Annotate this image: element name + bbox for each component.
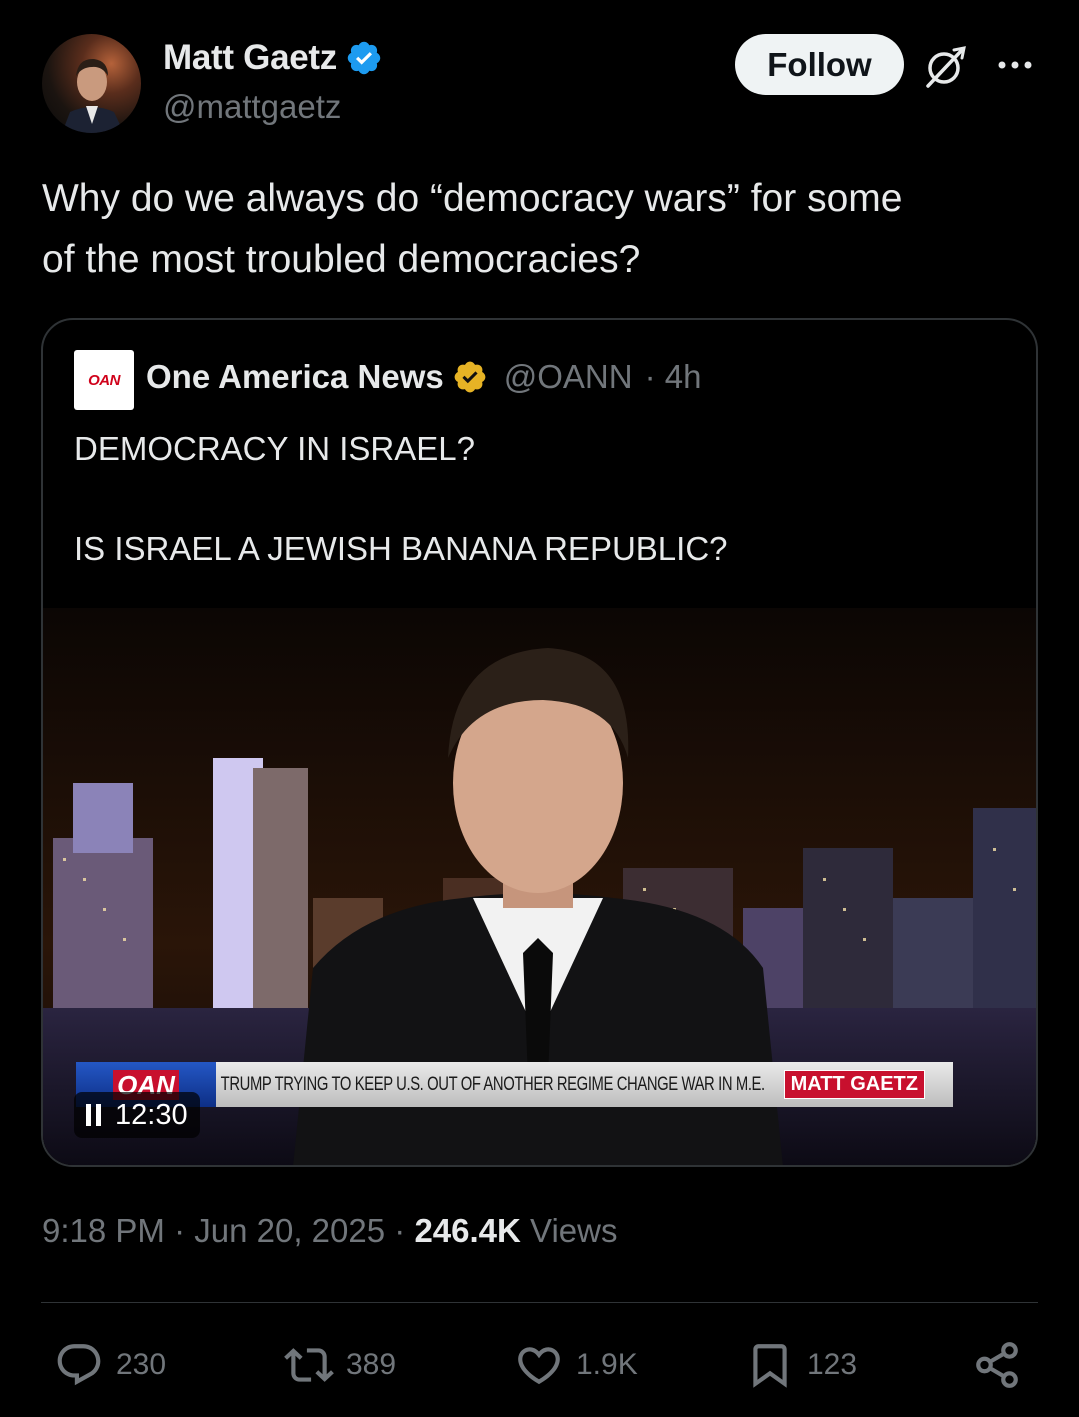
news-ticker: OAN TRUMP TRYING TO KEEP U.S. OUT OF ANO… (76, 1062, 953, 1107)
quote-avatar-logo-text: OAN (88, 371, 120, 389)
ticker-headline: TRUMP TRYING TO KEEP U.S. OUT OF ANOTHER… (220, 1073, 765, 1095)
tweet-time[interactable]: 9:18 PM (42, 1212, 165, 1249)
pause-icon[interactable] (86, 1104, 101, 1126)
heart-icon (518, 1347, 560, 1385)
quote-handle[interactable]: @OANN (504, 358, 633, 396)
grok-icon[interactable] (922, 42, 970, 90)
tweet-text: Why do we always do “democracy wars” for… (42, 177, 903, 281)
tweet-page: Matt Gaetz @mattgaetz Follow Why do we a… (0, 0, 1079, 1417)
bookmark-icon (753, 1344, 787, 1388)
author-avatar[interactable] (42, 34, 141, 133)
gold-verified-badge-icon (454, 361, 486, 393)
share-button[interactable] (972, 1335, 1022, 1395)
repost-icon (284, 1348, 334, 1382)
show-badge: MATT GAETZ (783, 1070, 925, 1099)
quoted-tweet-card[interactable]: OAN One America News @OANN · 4h DEMOCRAC… (41, 318, 1038, 1167)
views-label: Views (530, 1212, 618, 1249)
share-icon (976, 1342, 1018, 1388)
video-timestamp: 12:30 (115, 1098, 188, 1131)
meta-separator: · (394, 1212, 415, 1249)
tweet-meta: 9:18 PM · Jun 20, 2025 · 246.4K Views (42, 1212, 617, 1250)
quote-text: DEMOCRACY IN ISRAEL? IS ISRAEL A JEWISH … (74, 430, 728, 567)
author-name-row: Matt Gaetz (163, 38, 383, 78)
author-handle[interactable]: @mattgaetz (163, 88, 341, 126)
follow-button[interactable]: Follow (735, 34, 904, 95)
tweet-date[interactable]: Jun 20, 2025 (194, 1212, 385, 1249)
bookmark-count: 123 (807, 1348, 858, 1381)
avatar-image (62, 58, 124, 133)
divider (41, 1302, 1038, 1303)
reply-icon (57, 1344, 101, 1386)
views-count: 246.4K (414, 1212, 521, 1249)
like-button[interactable]: 1.9K (514, 1335, 638, 1395)
more-icon[interactable] (995, 50, 1035, 80)
repost-count: 389 (346, 1348, 397, 1381)
video-time-pill[interactable]: 12:30 (74, 1092, 200, 1138)
repost-button[interactable]: 389 (284, 1335, 396, 1395)
meta-separator: · (174, 1212, 195, 1249)
bookmark-button[interactable]: 123 (745, 1335, 857, 1395)
reply-count: 230 (116, 1348, 167, 1381)
like-count: 1.9K (576, 1348, 638, 1381)
verified-badge-icon (347, 41, 381, 75)
quote-name-row: One America News @OANN · 4h (146, 358, 701, 396)
action-bar: 230 389 1.9K 123 (0, 1335, 1079, 1395)
reply-button[interactable]: 230 (54, 1335, 166, 1395)
quote-avatar[interactable]: OAN (74, 350, 134, 410)
author-display-name[interactable]: Matt Gaetz (163, 38, 337, 78)
quote-display-name[interactable]: One America News (146, 358, 444, 396)
quote-time[interactable]: · 4h (645, 358, 702, 396)
quote-video-player[interactable]: OAN TRUMP TRYING TO KEEP U.S. OUT OF ANO… (43, 608, 1036, 1165)
